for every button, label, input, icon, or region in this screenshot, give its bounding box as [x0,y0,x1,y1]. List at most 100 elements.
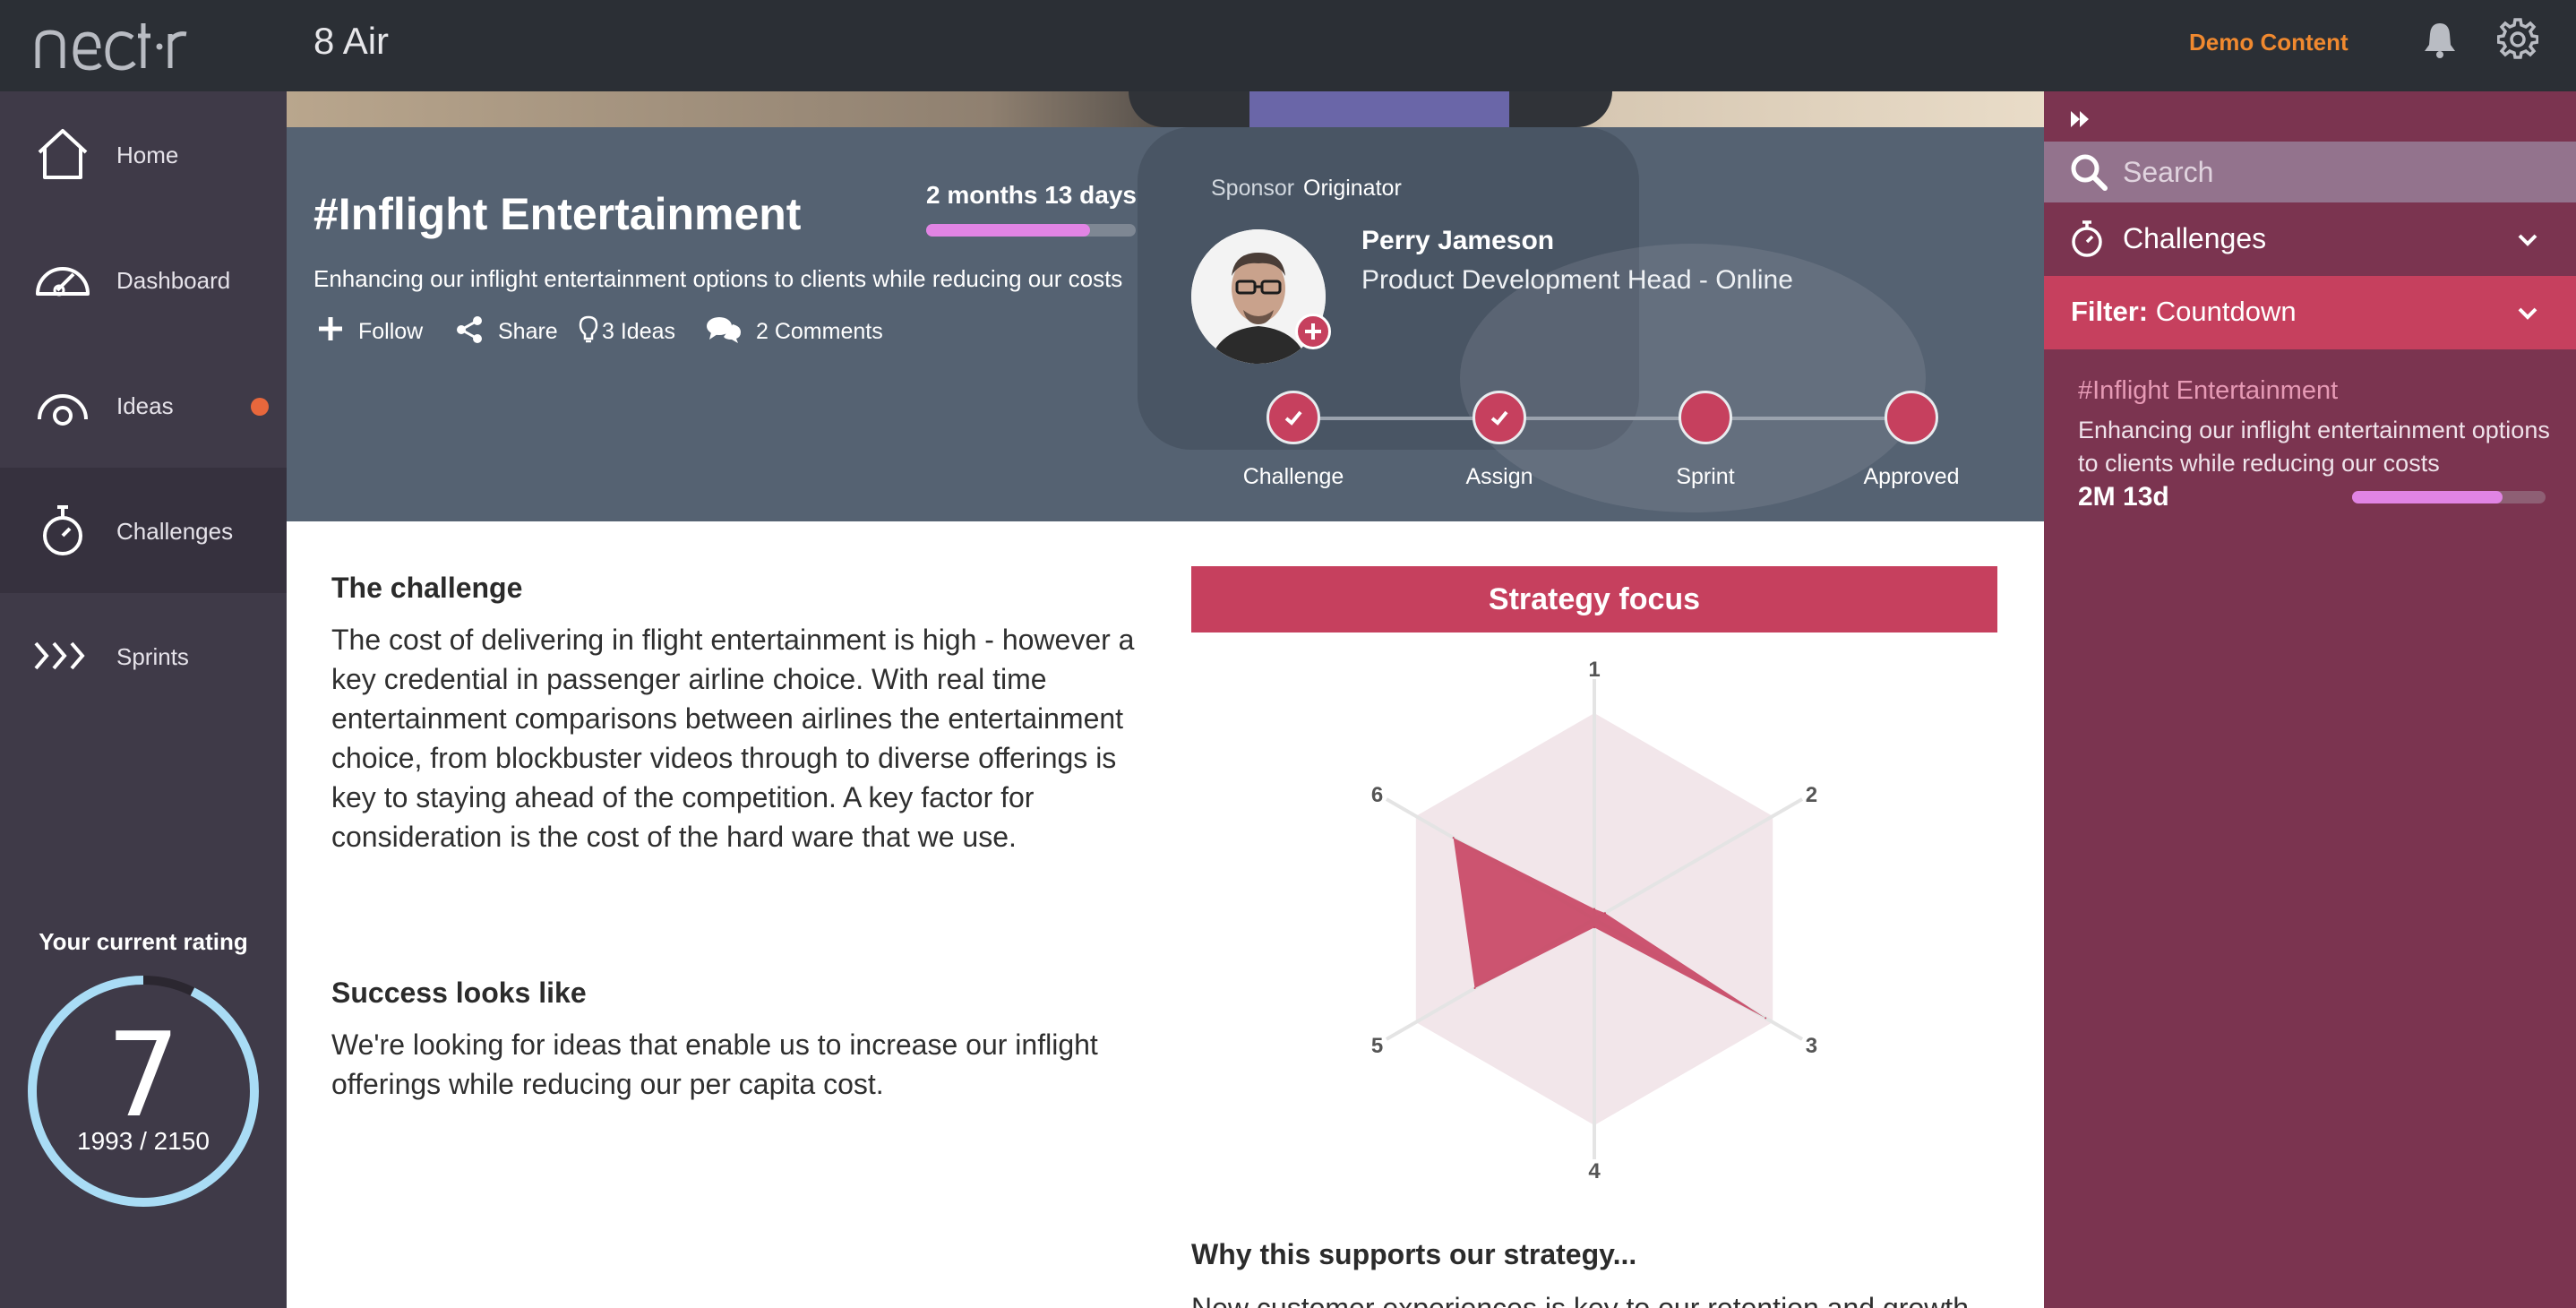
radar-point-1 [1593,908,1595,910]
comments-count-link[interactable]: 2 Comments [706,312,885,348]
filter-dropdown[interactable]: Filter: Countdown [2044,276,2576,349]
dashboard-icon [36,267,90,297]
filter-label: Filter: [2071,296,2149,327]
stage-challenge-label: Challenge [1242,464,1344,489]
radar-axis-label: 2 [1806,783,1817,807]
challenge-title: #Inflight Entertainment [313,189,802,239]
countdown-progress-bar [926,224,1136,237]
stage-sprint-label: Sprint [1676,464,1735,489]
stage-assign-label: Assign [1465,464,1533,489]
challenge-heading: The challenge [331,572,523,604]
radar-axis-label: 6 [1371,783,1383,807]
sidebar-item-label: Challenges [116,518,234,545]
radar-axis-label: 1 [1588,658,1600,682]
rating-points: 1993 / 2150 [77,1127,210,1155]
app-title: 8 Air [313,20,390,62]
home-icon [38,129,88,179]
stage-sprint-marker[interactable] [1679,391,1732,444]
share-label: Share [498,319,558,344]
comments-icon [707,317,741,343]
bell-icon[interactable] [2420,20,2460,59]
sidebar-item-ideas[interactable]: Ideas [0,342,287,468]
challenge-list-item-title[interactable]: #Inflight Entertainment [2078,376,2338,406]
radar-point-4 [1593,926,1595,929]
share-button[interactable]: Share [455,312,571,348]
radar-point-5 [1473,987,1476,990]
challenge-list-item-progress [2352,491,2546,503]
challenge-list-item-countdown: 2M 13d [2078,482,2169,512]
ideas-count-link[interactable]: 3 Ideas [579,312,695,348]
challenge-list-item-progress-fill [2352,491,2503,503]
countdown-progress-fill [926,224,1090,237]
sidebar-item-dashboard[interactable]: Dashboard [0,217,287,342]
timer-icon [43,505,82,555]
notification-dot [251,398,269,416]
why-heading: Why this supports our strategy... [1191,1238,1637,1270]
challenge-list-item-description: Enhancing our inflight entertainment opt… [2078,417,2550,477]
why-text: New customer experiences is key to our r… [1191,1292,1969,1308]
follow-button[interactable]: Follow [317,312,451,348]
top-bar: 8 Air Demo Content [0,0,2576,91]
stage-approved-marker[interactable] [1885,391,1938,444]
sidebar-item-sprints[interactable]: Sprints [0,593,287,719]
success-text: We're looking for ideas that enable us t… [331,1028,1098,1100]
ideas-count-label: 3 Ideas [602,319,676,344]
radar-point-3 [1765,1017,1767,1020]
challenge-hero: #Inflight Entertainment 2 months 13 days… [287,91,2044,521]
add-sponsor-button[interactable] [1295,314,1331,349]
check-icon [1490,410,1508,426]
comments-count-label: 2 Comments [756,319,883,344]
share-icon [457,316,482,343]
check-icon [1284,410,1302,426]
ideas-icon [38,394,88,426]
sidebar-item-label: Home [116,142,179,168]
follow-label: Follow [358,319,424,344]
collapse-panel-icon[interactable] [2067,106,2094,133]
gear-icon[interactable] [2497,18,2538,59]
stage-progress-line [1293,417,1911,420]
stage-approved-label: Approved [1863,464,1960,489]
timer-icon [2072,220,2102,257]
sidebar-item-label: Dashboard [116,267,231,294]
filter-text: Filter: Countdown [2071,296,2297,328]
person-role: Product Development Head - Online [1361,265,1793,295]
sidebar-item-label: Sprints [116,643,189,670]
radar-axis-label: 3 [1806,1034,1817,1058]
challenge-content: The challenge The cost of delivering in … [287,521,2044,1308]
radar-axis-label: 5 [1371,1034,1383,1058]
demo-content-link[interactable]: Demo Content [2189,29,2348,56]
app-window: 8 Air Demo Content Home Dashboard Ideas … [0,0,2576,1308]
success-heading: Success looks like [331,977,587,1009]
chevron-down-icon [2518,234,2537,246]
plus-icon [319,317,342,340]
chevrons-right-icon [34,641,85,670]
search-icon [2071,154,2108,191]
sponsor-tab[interactable]: Sponsor [1211,176,1294,202]
rating-title: Your current rating [39,928,248,955]
person-name: Perry Jameson [1361,226,1555,255]
sidebar-item-label: Ideas [116,392,174,419]
stage-challenge-marker[interactable] [1267,391,1320,444]
lightbulb-icon [579,315,598,343]
plus-icon [1305,323,1321,340]
search-input[interactable] [2123,149,2553,195]
challenges-dropdown[interactable]: Challenges [2044,202,2576,276]
challenges-label: Challenges [2123,222,2267,254]
hero-image-screen [1249,91,1509,127]
radar-point-2 [1603,912,1606,915]
challenge-description: Enhancing our inflight entertainment opt… [313,265,1123,292]
search-bar [2044,142,2576,202]
radar-point-6 [1452,837,1455,839]
strategy-radar-chart: 1 2 3 4 5 6 [1371,658,1817,1183]
filter-value: Countdown [2155,296,2297,327]
originator-tab[interactable]: Originator [1303,176,1402,202]
sidebar-item-home[interactable]: Home [0,91,287,217]
stage-assign-marker[interactable] [1473,391,1526,444]
nectir-logo[interactable] [32,7,193,79]
sidebar-item-challenges[interactable]: Challenges [0,468,287,593]
chevron-down-icon [2518,307,2537,320]
strategy-focus-header: Strategy focus [1191,566,1997,632]
challenge-text: The cost of delivering in flight enterta… [331,624,1135,853]
countdown-label: 2 months 13 days [926,181,1137,209]
radar-axis-label: 4 [1588,1159,1601,1183]
